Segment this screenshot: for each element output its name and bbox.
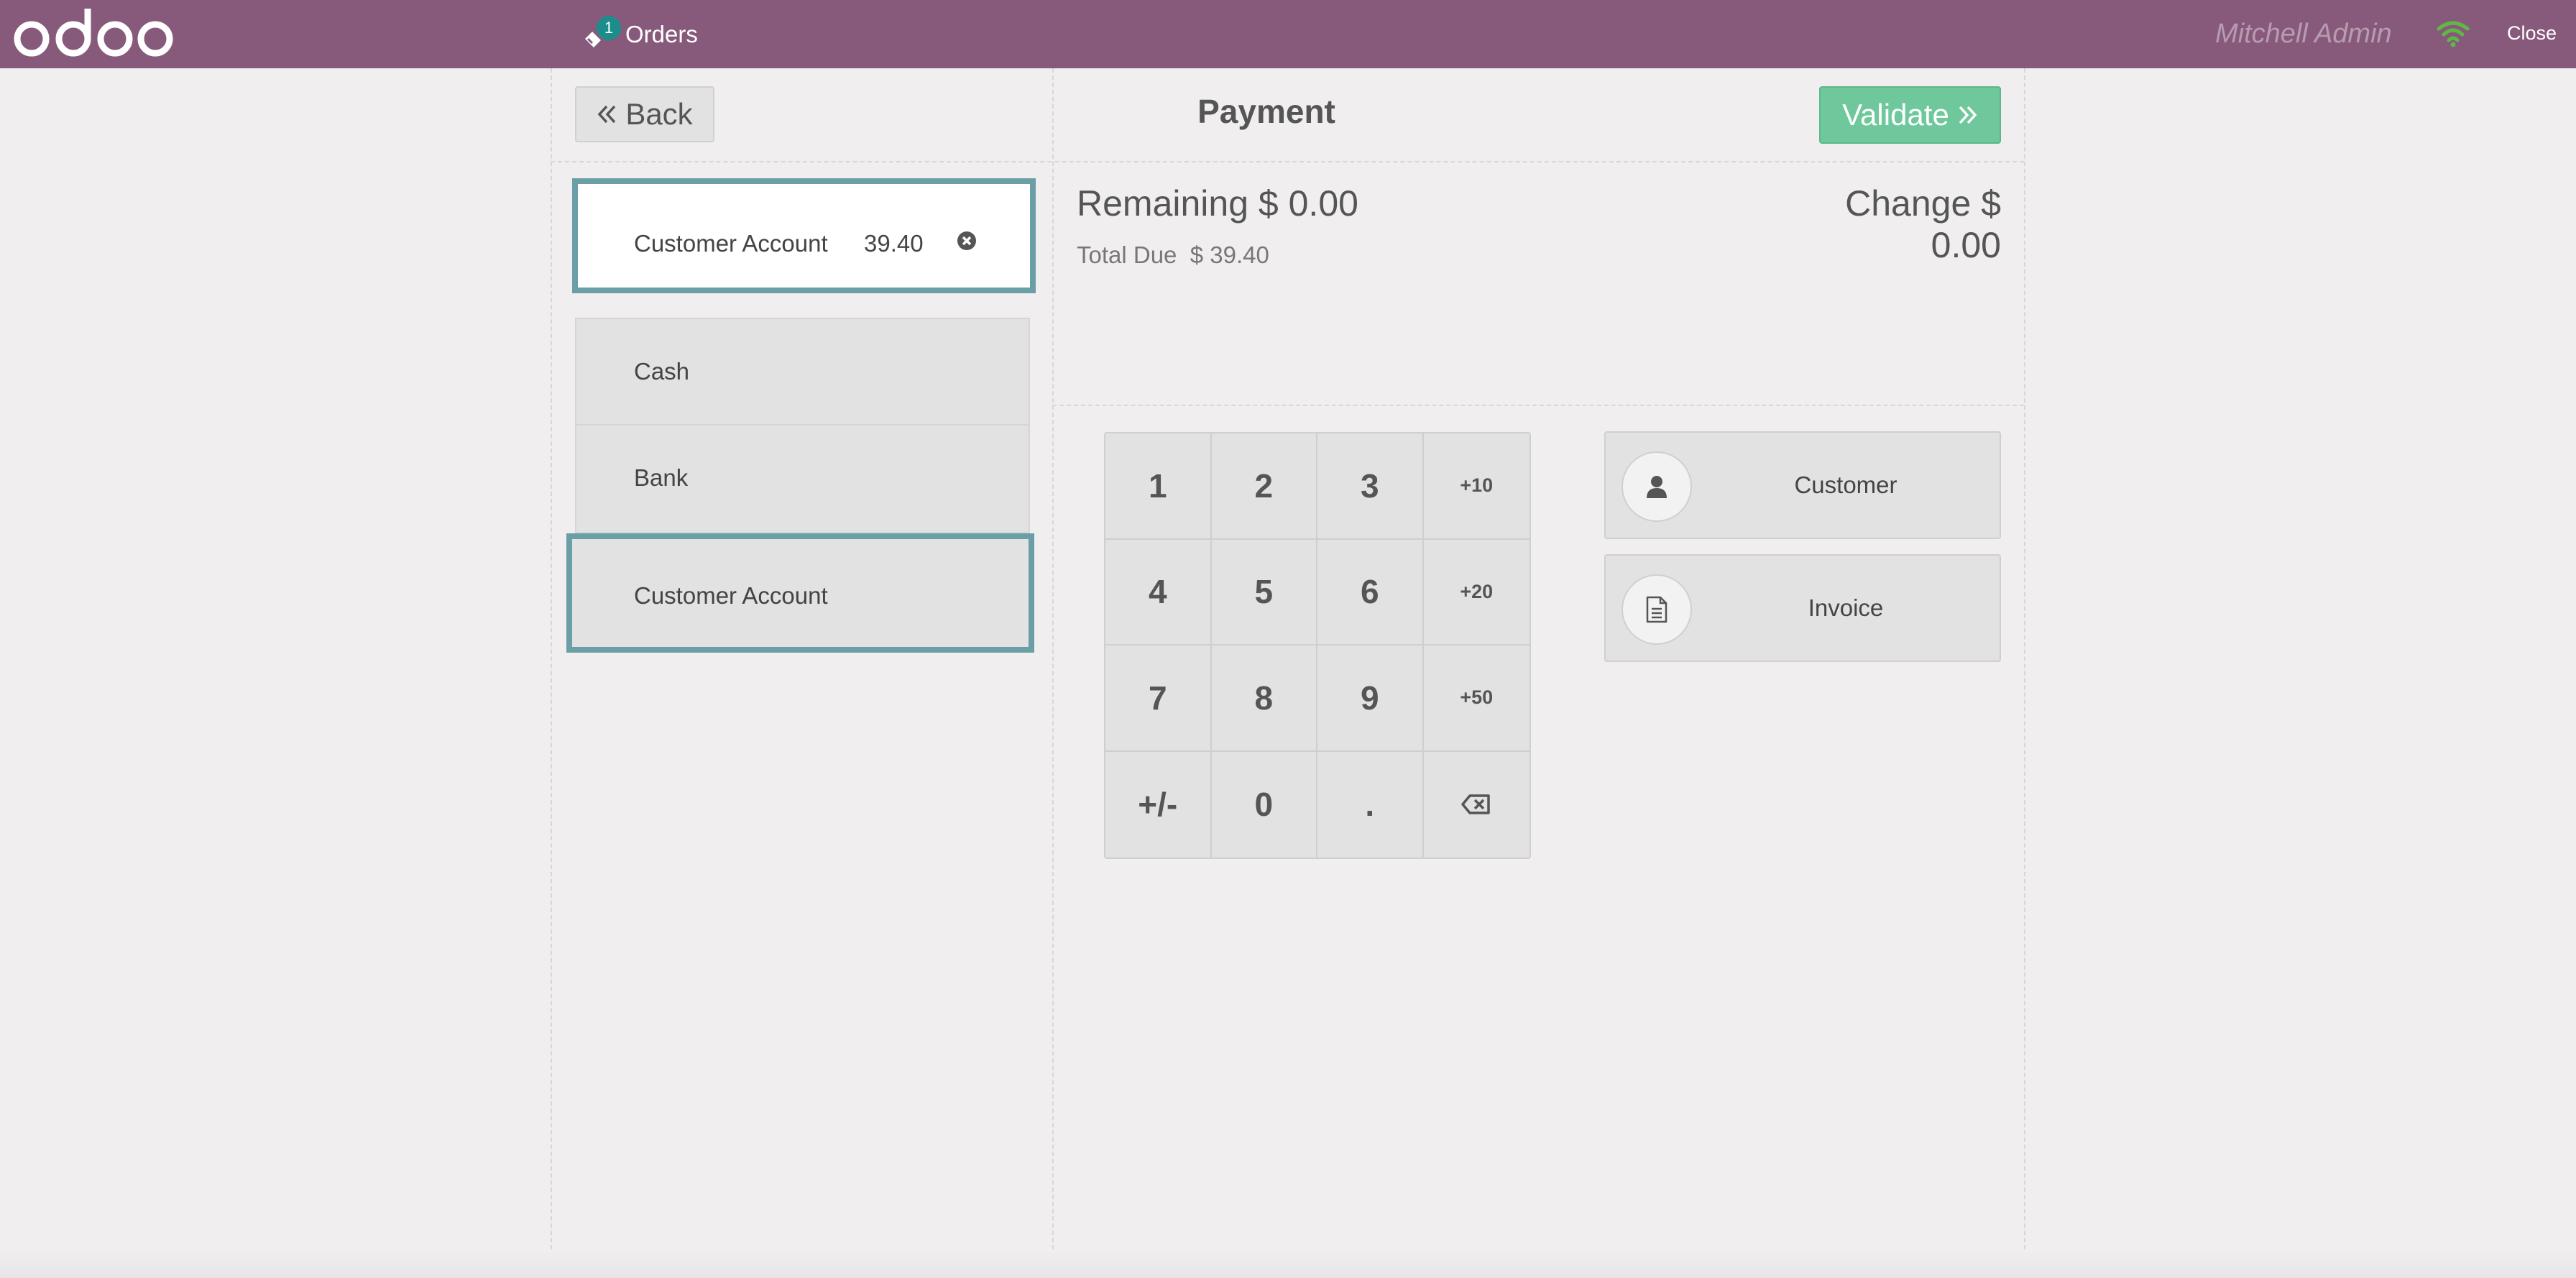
wifi-icon	[2437, 21, 2470, 47]
numpad-key-plus-10[interactable]: +10	[1423, 433, 1530, 540]
bottom-shadow	[0, 1251, 2576, 1278]
total-due-value: $ 39.40	[1190, 242, 1269, 268]
top-bar: 1 Orders Mitchell Admin Close	[0, 0, 2576, 68]
panel-divider	[1052, 68, 1054, 1278]
numpad-key-decimal[interactable]: .	[1317, 751, 1424, 858]
back-chevron-icon	[597, 105, 616, 124]
change-label: Change	[1845, 183, 1972, 224]
total-due-label: Total Due	[1077, 242, 1177, 268]
invoice-icon-circle	[1622, 574, 1692, 645]
screen-right-border	[2024, 68, 2025, 1278]
payment-method-label: Customer Account	[634, 582, 828, 609]
orders-label: Orders	[625, 21, 698, 47]
payment-method-label: Cash	[634, 358, 690, 385]
numpad: 1 2 3 +10 4 5 6 +20 7 8 9 +50 +/- 0 .	[1104, 432, 1531, 859]
screen-left-border	[551, 68, 552, 1278]
numpad-key-1[interactable]: 1	[1105, 433, 1212, 540]
numpad-key-6[interactable]: 6	[1317, 539, 1424, 645]
orders-icon: 1	[579, 16, 621, 49]
backspace-icon	[1461, 794, 1490, 814]
numpad-key-plus-20[interactable]: +20	[1423, 540, 1530, 645]
payment-method-customer-account[interactable]: Customer Account	[566, 533, 1034, 653]
validate-chevron-icon	[1959, 106, 1977, 124]
numpad-key-4[interactable]: 4	[1105, 539, 1212, 645]
numpad-key-backspace[interactable]	[1424, 752, 1530, 858]
numpad-key-plus-50[interactable]: +50	[1423, 645, 1530, 752]
remove-line-icon[interactable]	[956, 230, 978, 252]
user-icon	[1647, 476, 1667, 498]
payment-line-amount: 39.40	[864, 230, 924, 257]
remaining-label: Remaining	[1077, 183, 1249, 224]
orders-button[interactable]: 1 Orders	[579, 16, 698, 53]
payment-method-label: Bank	[634, 464, 689, 491]
numpad-key-plus-minus[interactable]: +/-	[1105, 751, 1212, 858]
invoice-button[interactable]: Invoice	[1604, 554, 2001, 662]
numpad-key-3[interactable]: 3	[1317, 433, 1424, 540]
back-label: Back	[625, 97, 693, 131]
invoice-label: Invoice	[1808, 594, 1884, 621]
payment-method-bank[interactable]: Bank	[575, 426, 1030, 533]
payment-line[interactable]: Customer Account 39.40	[572, 178, 1036, 293]
document-icon	[1646, 596, 1668, 623]
customer-label: Customer	[1794, 472, 1898, 498]
total-due: Total Due $ 39.40	[1077, 242, 1269, 269]
numpad-key-5[interactable]: 5	[1211, 539, 1317, 645]
numpad-key-2[interactable]: 2	[1211, 433, 1317, 540]
validate-label: Validate	[1842, 98, 1949, 132]
odoo-logo	[14, 9, 173, 57]
customer-icon-circle	[1622, 451, 1692, 522]
validate-button[interactable]: Validate	[1819, 86, 2001, 144]
payment-method-cash[interactable]: Cash	[575, 318, 1030, 426]
customer-button[interactable]: Customer	[1604, 431, 2001, 539]
back-button[interactable]: Back	[575, 86, 714, 142]
user-name: Mitchell Admin	[2215, 19, 2392, 49]
numpad-key-0[interactable]: 0	[1212, 751, 1317, 858]
header-divider	[551, 161, 2024, 162]
payment-methods-list: Cash Bank Customer Account	[566, 318, 1034, 653]
remaining-value: $ 0.00	[1258, 183, 1358, 224]
numpad-key-7[interactable]: 7	[1105, 645, 1212, 752]
payment-line-method: Customer Account	[634, 230, 828, 257]
remaining-amount: Remaining $ 0.00	[1077, 183, 1358, 224]
page-title: Payment	[1197, 93, 1335, 130]
numpad-key-9[interactable]: 9	[1317, 645, 1424, 752]
numpad-key-8[interactable]: 8	[1211, 645, 1317, 752]
change-amount: Change $ 0.00	[1772, 183, 2001, 266]
close-button[interactable]: Close	[2507, 22, 2557, 45]
summary-divider	[1052, 405, 2024, 406]
orders-count-badge: 1	[597, 16, 621, 40]
